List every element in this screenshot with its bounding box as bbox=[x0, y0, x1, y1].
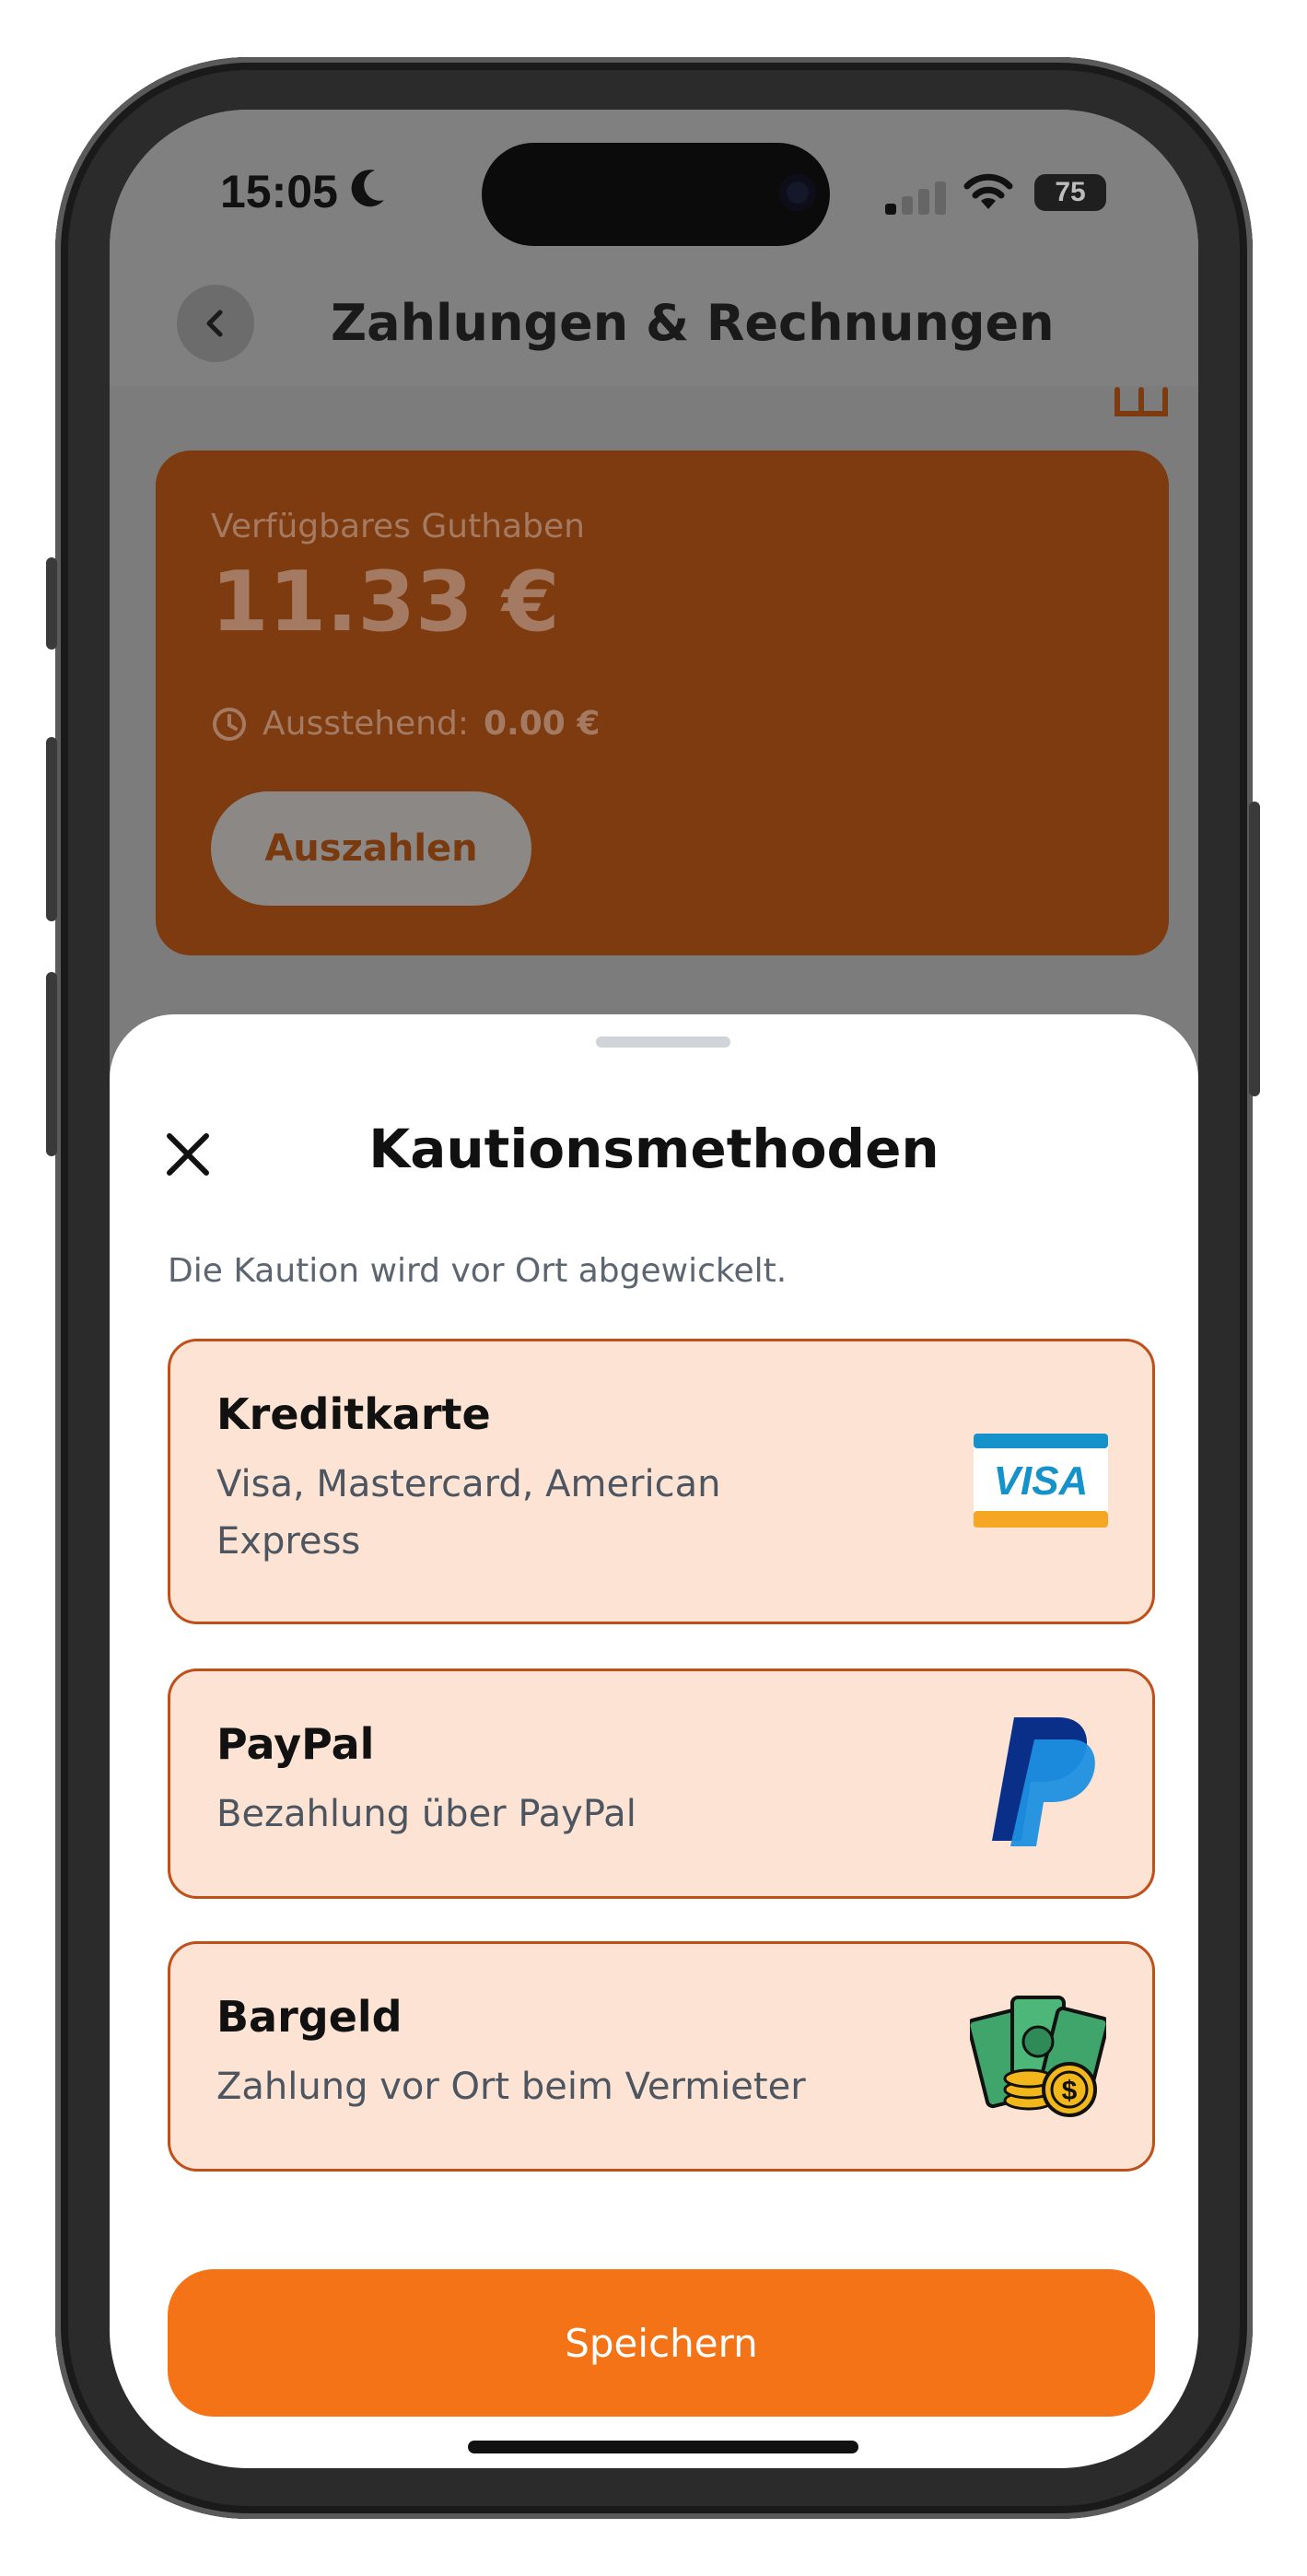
payout-button[interactable]: Auszahlen bbox=[211, 791, 531, 906]
chevron-left-icon bbox=[206, 310, 223, 337]
home-indicator[interactable] bbox=[468, 2441, 858, 2453]
pending-value: 0.00 € bbox=[483, 705, 601, 743]
power-button bbox=[1249, 802, 1260, 1096]
balance-card: Verfügbares Guthaben 11.33 € Ausstehend:… bbox=[156, 451, 1169, 955]
wifi-icon bbox=[963, 173, 1013, 209]
method-description: Visa, Mastercard, American Express bbox=[216, 1463, 721, 1563]
method-title: Kreditkarte bbox=[216, 1389, 491, 1439]
sheet-title: Kautionsmethoden bbox=[368, 1118, 939, 1180]
volume-up-button bbox=[46, 737, 57, 921]
page-title: Zahlungen & Rechnungen bbox=[331, 294, 1055, 352]
method-description: Bezahlung über PayPal bbox=[216, 1793, 636, 1835]
visa-card-icon: VISA bbox=[974, 1434, 1108, 1528]
pending-row: Ausstehend: 0.00 € bbox=[211, 705, 600, 743]
screen: 15:05 75 Zahlungen & Rechnungen Verfügba… bbox=[110, 110, 1198, 2468]
moon-icon bbox=[351, 170, 384, 207]
method-paypal[interactable]: PayPal Bezahlung über PayPal bbox=[168, 1669, 1155, 1899]
method-credit-card[interactable]: Kreditkarte Visa, Mastercard, American E… bbox=[168, 1339, 1155, 1624]
front-camera bbox=[779, 174, 816, 211]
method-cash[interactable]: Bargeld Zahlung vor Ort beim Vermieter $ bbox=[168, 1941, 1155, 2172]
balance-label: Verfügbares Guthaben bbox=[211, 508, 585, 545]
dynamic-island bbox=[482, 143, 830, 246]
cash-icon: $ bbox=[970, 1996, 1106, 2117]
back-button[interactable] bbox=[177, 285, 254, 362]
sheet-grabber[interactable] bbox=[596, 1036, 730, 1048]
svg-text:$: $ bbox=[1062, 2076, 1078, 2106]
deposit-methods-sheet: Kautionsmethoden Die Kaution wird vor Or… bbox=[110, 1014, 1198, 2468]
balance-amount: 11.33 € bbox=[211, 554, 560, 650]
visa-text: VISA bbox=[994, 1458, 1089, 1504]
battery-indicator: 75 bbox=[1034, 174, 1106, 211]
cellular-signal-icon bbox=[885, 181, 946, 215]
clock-icon bbox=[213, 707, 246, 741]
action-button bbox=[46, 557, 57, 650]
method-title: PayPal bbox=[216, 1719, 375, 1769]
save-button[interactable]: Speichern bbox=[168, 2269, 1155, 2417]
volume-down-button bbox=[46, 972, 57, 1156]
paypal-icon bbox=[992, 1717, 1095, 1846]
pending-label: Ausstehend: bbox=[263, 705, 469, 743]
method-description: Zahlung vor Ort beim Vermieter bbox=[216, 2066, 806, 2108]
status-time: 15:05 bbox=[220, 166, 338, 217]
sheet-subtitle: Die Kaution wird vor Ort abgewickelt. bbox=[168, 1252, 788, 1290]
method-title: Bargeld bbox=[216, 1992, 403, 2042]
menu-icon[interactable] bbox=[1114, 386, 1169, 423]
